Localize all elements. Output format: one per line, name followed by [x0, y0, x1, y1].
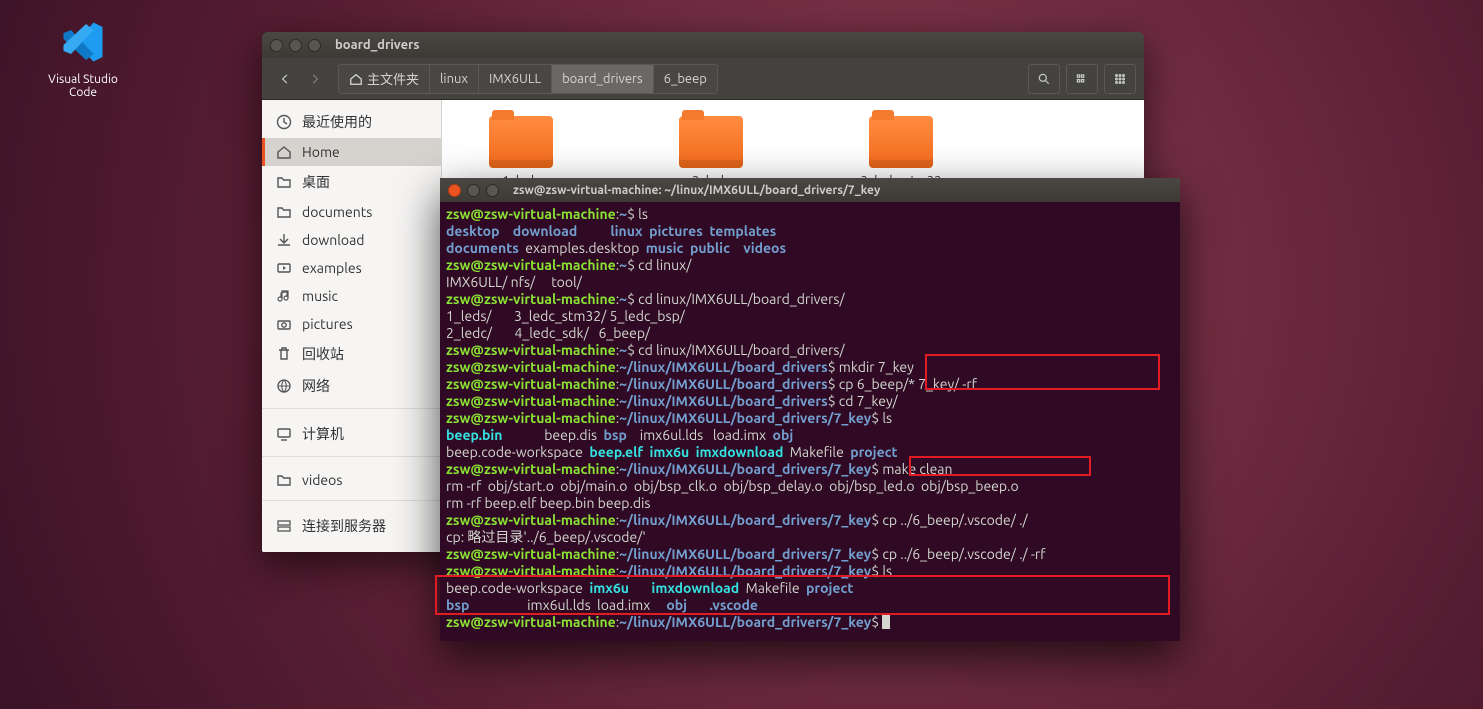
- sidebar-item-label: videos: [302, 472, 342, 488]
- folder-icon: [679, 116, 743, 168]
- breadcrumb-label: board_drivers: [562, 72, 643, 86]
- sidebar-item-label: 连接到服务器: [302, 516, 386, 536]
- video-icon: [276, 260, 292, 276]
- sidebar-item-label: 回收站: [302, 344, 344, 364]
- terminal-titlebar[interactable]: zsw@zsw-virtual-machine: ~/linux/IMX6ULL…: [440, 178, 1180, 202]
- sidebar-item[interactable]: 计算机: [262, 418, 441, 450]
- breadcrumb-item[interactable]: linux: [430, 64, 479, 94]
- breadcrumb-item[interactable]: board_drivers: [552, 64, 654, 94]
- breadcrumb-label: IMX6ULL: [489, 72, 541, 86]
- sidebar-item[interactable]: pictures: [262, 310, 441, 338]
- file-manager-toolbar: 主文件夹 linux IMX6ULL board_drivers 6_beep: [262, 58, 1144, 100]
- breadcrumb-label: 6_beep: [664, 72, 707, 86]
- sidebar-item-label: 网络: [302, 376, 330, 396]
- clock-icon: [276, 114, 292, 130]
- breadcrumb-item[interactable]: 主文件夹: [338, 64, 430, 94]
- sidebar-item[interactable]: 连接到服务器: [262, 510, 441, 542]
- sidebar-item-label: documents: [302, 204, 372, 220]
- sidebar-item-label: music: [302, 288, 338, 304]
- minimize-button[interactable]: [289, 39, 302, 52]
- terminal-cursor: [882, 615, 890, 629]
- sidebar-item-label: 最近使用的: [302, 112, 372, 132]
- sidebar-item[interactable]: music: [262, 282, 441, 310]
- minimize-button[interactable]: [467, 184, 480, 197]
- sidebar-item-label: 计算机: [302, 424, 344, 444]
- breadcrumb: 主文件夹 linux IMX6ULL board_drivers 6_beep: [338, 64, 718, 94]
- maximize-button[interactable]: [308, 39, 321, 52]
- sidebar-item[interactable]: Home: [262, 138, 441, 166]
- camera-icon: [276, 316, 292, 332]
- close-button[interactable]: [270, 39, 283, 52]
- sidebar-item-label: 桌面: [302, 172, 330, 192]
- home-icon: [349, 72, 363, 86]
- home-icon: [276, 144, 292, 160]
- sidebar-item[interactable]: 桌面: [262, 166, 441, 198]
- terminal-output[interactable]: zsw@zsw-virtual-machine:~$ ls desktop do…: [440, 202, 1180, 641]
- server-icon: [276, 518, 292, 534]
- sidebar-item-label: Home: [302, 144, 340, 160]
- sidebar-item[interactable]: 最近使用的: [262, 106, 441, 138]
- chevron-left-icon: [278, 72, 292, 86]
- sidebar-item[interactable]: download: [262, 226, 441, 254]
- terminal-title: zsw@zsw-virtual-machine: ~/linux/IMX6ULL…: [513, 182, 880, 199]
- sidebar-item[interactable]: videos: [262, 466, 441, 494]
- breadcrumb-item[interactable]: IMX6ULL: [479, 64, 552, 94]
- folder-icon: [869, 116, 933, 168]
- desktop-shortcut-label: Visual Studio Code: [38, 73, 128, 99]
- desktop-shortcut-vscode[interactable]: Visual Studio Code: [38, 18, 128, 99]
- breadcrumb-item[interactable]: 6_beep: [654, 64, 718, 94]
- forward-button[interactable]: [300, 64, 330, 94]
- chevron-right-icon: [308, 72, 322, 86]
- view-list-button[interactable]: [1066, 64, 1098, 94]
- sidebar-item[interactable]: examples: [262, 254, 441, 282]
- sidebar-item-label: download: [302, 232, 364, 248]
- folder-icon: [276, 174, 292, 190]
- computer-icon: [276, 426, 292, 442]
- sidebar-item[interactable]: documents: [262, 198, 441, 226]
- network-icon: [276, 378, 292, 394]
- folder-icon: [276, 204, 292, 220]
- breadcrumb-label: 主文件夹: [367, 69, 419, 88]
- terminal-window: zsw@zsw-virtual-machine: ~/linux/IMX6ULL…: [440, 178, 1180, 641]
- breadcrumb-label: linux: [440, 72, 468, 86]
- view-grid-icon: [1113, 72, 1127, 86]
- search-icon: [1037, 72, 1051, 86]
- window-title: board_drivers: [335, 38, 420, 52]
- trash-icon: [276, 346, 292, 362]
- sidebar: 最近使用的 Home 桌面 documents download examples musi…: [262, 100, 442, 552]
- vscode-icon: [59, 18, 107, 66]
- sidebar-item-label: examples: [302, 260, 362, 276]
- close-button[interactable]: [448, 184, 461, 197]
- file-manager-titlebar[interactable]: board_drivers: [262, 32, 1144, 58]
- maximize-button[interactable]: [486, 184, 499, 197]
- back-button[interactable]: [270, 64, 300, 94]
- folder-icon: [489, 116, 553, 168]
- download-icon: [276, 232, 292, 248]
- search-button[interactable]: [1028, 64, 1060, 94]
- sidebar-item[interactable]: 回收站: [262, 338, 441, 370]
- music-icon: [276, 288, 292, 304]
- sidebar-item-label: pictures: [302, 316, 353, 332]
- view-list-icon: [1075, 72, 1089, 86]
- folder-icon: [276, 472, 292, 488]
- sidebar-item[interactable]: 网络: [262, 370, 441, 402]
- view-grid-button[interactable]: [1104, 64, 1136, 94]
